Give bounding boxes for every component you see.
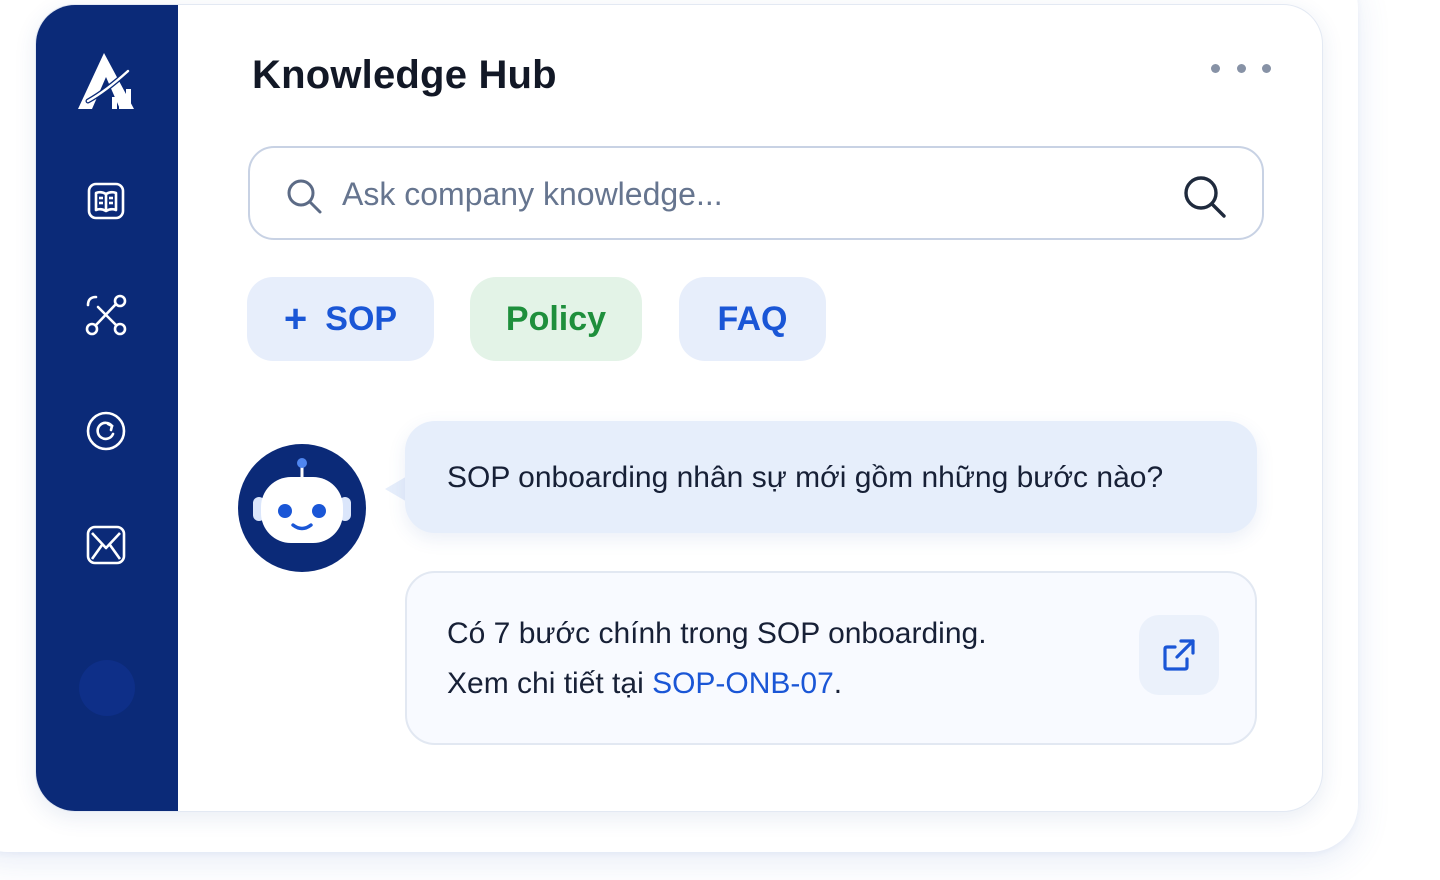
page-title: Knowledge Hub [252, 53, 557, 97]
answer-prefix: Xem chi tiết tại [447, 667, 653, 700]
search-icon [287, 179, 322, 214]
chip-label: SOP [325, 299, 398, 338]
answer-text-line1: Có 7 bước chính trong SOP onboarding. [447, 617, 987, 650]
plus-icon: + [283, 297, 308, 341]
open-external-button[interactable] [1139, 615, 1219, 695]
history-refresh-icon [84, 409, 128, 458]
logo-icon[interactable] [74, 51, 138, 111]
answer-text-line2: Xem chi tiết tại SOP-ONB-07. [447, 667, 842, 701]
sidebar-status-dot [79, 660, 135, 716]
chip-label: Policy [505, 299, 607, 338]
chip-policy[interactable]: Policy [470, 277, 642, 361]
sidebar-item-mail[interactable] [84, 525, 128, 569]
mail-icon [84, 523, 128, 572]
app-window: Knowledge Hub + SOP Policy FAQ [35, 4, 1323, 812]
sidebar-item-history[interactable] [84, 411, 128, 455]
robot-icon [238, 444, 366, 572]
knowledge-book-icon [85, 180, 127, 227]
search-input[interactable] [342, 172, 1122, 216]
search-bar [248, 146, 1264, 240]
answer-suffix: . [833, 667, 843, 700]
sidebar-item-workflow[interactable] [84, 293, 128, 342]
question-text: SOP onboarding nhân sự mới gồm những bướ… [447, 461, 1164, 494]
bot-avatar [237, 443, 367, 573]
external-link-icon [1163, 639, 1195, 671]
user-question-bubble: SOP onboarding nhân sự mới gồm những bướ… [405, 421, 1257, 533]
chip-faq[interactable]: FAQ [679, 277, 826, 361]
sidebar-item-knowledge[interactable] [84, 181, 128, 225]
sidebar [36, 5, 178, 811]
more-dots-icon[interactable] [1211, 55, 1271, 81]
search-submit-icon[interactable] [1180, 172, 1228, 220]
sop-link[interactable]: SOP-ONB-07 [652, 667, 834, 700]
chip-sop[interactable]: + SOP [247, 277, 434, 361]
chip-label: FAQ [717, 299, 788, 338]
workflow-nodes-icon [84, 293, 128, 342]
answer-card: Có 7 bước chính trong SOP onboarding. Xe… [405, 571, 1257, 745]
